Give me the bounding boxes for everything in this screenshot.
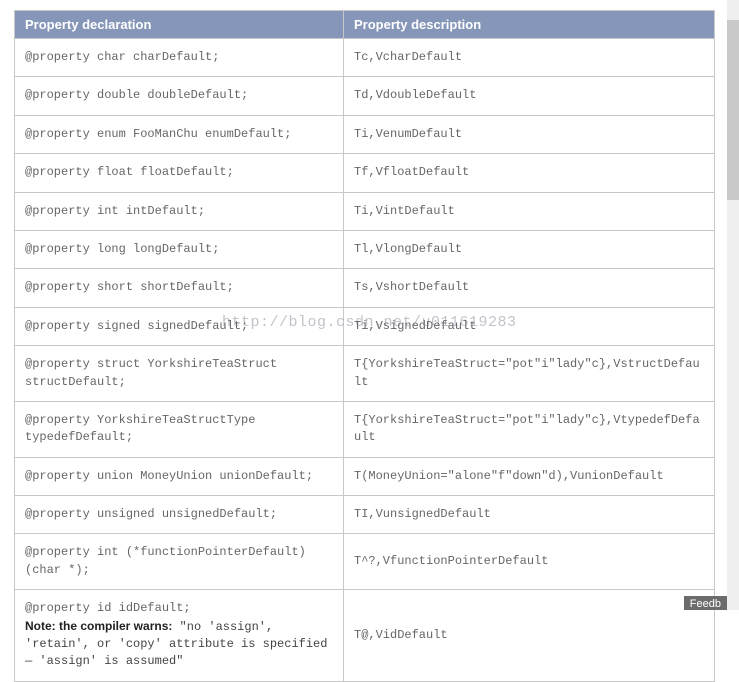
cell-decl: @property char charDefault; xyxy=(15,39,344,77)
cell-desc: Tc,VcharDefault xyxy=(344,39,715,77)
cell-decl: @property double doubleDefault; xyxy=(15,77,344,115)
table-row: @property enum FooManChu enumDefault;Ti,… xyxy=(15,115,715,153)
cell-decl: @property int intDefault; xyxy=(15,192,344,230)
cell-decl: @property union MoneyUnion unionDefault; xyxy=(15,457,344,495)
table-row: @property float floatDefault;Tf,VfloatDe… xyxy=(15,154,715,192)
cell-desc: T(MoneyUnion="alone"f"down"d),VunionDefa… xyxy=(344,457,715,495)
cell-decl: @property id idDefault; Note: the compil… xyxy=(15,590,344,682)
cell-decl: @property float floatDefault; xyxy=(15,154,344,192)
scrollbar-track[interactable] xyxy=(727,0,739,610)
cell-desc: Td,VdoubleDefault xyxy=(344,77,715,115)
table-row: @property long longDefault;Tl,VlongDefau… xyxy=(15,230,715,268)
table-row: @property unsigned unsignedDefault;TI,Vu… xyxy=(15,496,715,534)
table-row: @property int intDefault;Ti,VintDefault xyxy=(15,192,715,230)
cell-decl: @property signed signedDefault; xyxy=(15,307,344,345)
cell-decl: @property short shortDefault; xyxy=(15,269,344,307)
cell-decl: @property enum FooManChu enumDefault; xyxy=(15,115,344,153)
table-row: @property id idDefault; Note: the compil… xyxy=(15,590,715,682)
header-description: Property description xyxy=(344,11,715,39)
scrollbar-thumb[interactable] xyxy=(727,20,739,200)
header-declaration: Property declaration xyxy=(15,11,344,39)
table-row: @property short shortDefault;Ts,VshortDe… xyxy=(15,269,715,307)
note-label: Note: the compiler warns: xyxy=(25,619,172,633)
decl-code: @property id idDefault; xyxy=(25,601,191,615)
property-table: Property declaration Property descriptio… xyxy=(14,10,715,682)
cell-desc: T{YorkshireTeaStruct="pot"i"lady"c},Vstr… xyxy=(344,346,715,402)
cell-desc: T^?,VfunctionPointerDefault xyxy=(344,534,715,590)
compiler-note: Note: the compiler warns: "no 'assign', … xyxy=(25,620,327,669)
cell-decl: @property YorkshireTeaStructType typedef… xyxy=(15,401,344,457)
cell-decl: @property unsigned unsignedDefault; xyxy=(15,496,344,534)
table-row: @property double doubleDefault;Td,Vdoubl… xyxy=(15,77,715,115)
cell-desc: T{YorkshireTeaStruct="pot"i"lady"c},Vtyp… xyxy=(344,401,715,457)
cell-desc: Ti,VintDefault xyxy=(344,192,715,230)
cell-desc: Tf,VfloatDefault xyxy=(344,154,715,192)
table-row: @property YorkshireTeaStructType typedef… xyxy=(15,401,715,457)
cell-desc: Tl,VlongDefault xyxy=(344,230,715,268)
feedback-tab[interactable]: Feedb xyxy=(684,596,727,610)
cell-decl: @property int (*functionPointerDefault)(… xyxy=(15,534,344,590)
cell-decl: @property struct YorkshireTeaStruct stru… xyxy=(15,346,344,402)
cell-desc: Ti,VsignedDefault xyxy=(344,307,715,345)
table-row: @property struct YorkshireTeaStruct stru… xyxy=(15,346,715,402)
table-row: @property int (*functionPointerDefault)(… xyxy=(15,534,715,590)
table-row: @property union MoneyUnion unionDefault;… xyxy=(15,457,715,495)
table-row: @property signed signedDefault;Ti,Vsigne… xyxy=(15,307,715,345)
cell-decl: @property long longDefault; xyxy=(15,230,344,268)
cell-desc: Ti,VenumDefault xyxy=(344,115,715,153)
cell-desc: Ts,VshortDefault xyxy=(344,269,715,307)
cell-desc: T@,VidDefault xyxy=(344,590,715,682)
cell-desc: TI,VunsignedDefault xyxy=(344,496,715,534)
table-row: @property char charDefault;Tc,VcharDefau… xyxy=(15,39,715,77)
